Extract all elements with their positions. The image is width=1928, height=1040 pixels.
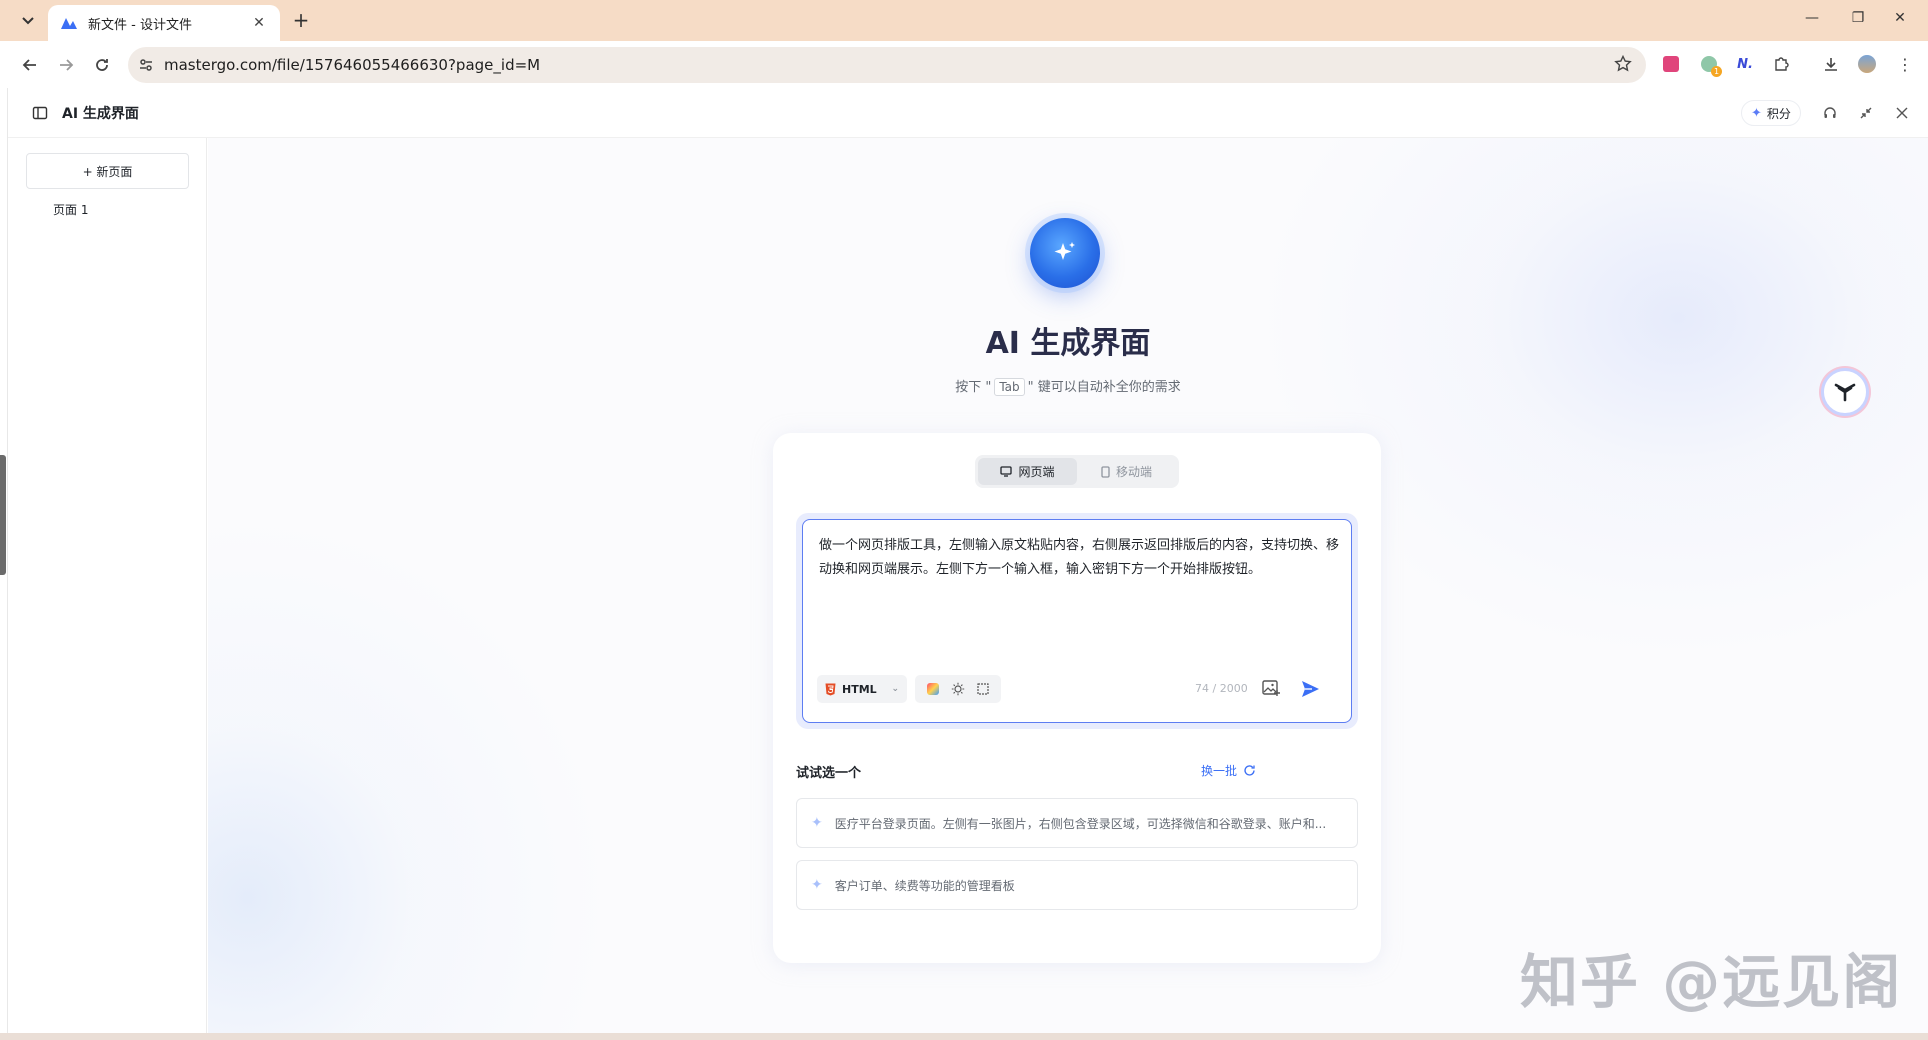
sparkle-icon [1054,242,1075,260]
suggestions-title: 试试选一个 [796,766,862,781]
reload-button[interactable] [90,53,114,77]
platform-segmented-control: 网页端 移动端 [975,455,1179,488]
hint-after: " 键可以自动补全你的需求 [1027,380,1181,395]
page-list-item[interactable]: 页面 1 [53,201,88,218]
refresh-label: 换一批 [1201,764,1238,778]
browser-toolbar: mastergo.com/file/157646055466630?page_i… [0,41,1928,88]
watermark: 知乎 @远见阁 [1520,948,1903,1016]
download-icon[interactable] [1820,53,1842,75]
tab-close-icon[interactable]: ✕ [250,15,268,31]
frame-select-icon[interactable] [976,682,990,696]
extension-monica-icon[interactable]: N. [1734,53,1756,75]
tab-mobile[interactable]: 移动端 [1077,458,1176,485]
site-settings-icon [140,59,152,71]
hero-title: AI 生成界面 [985,326,1151,361]
app-title: AI 生成界面 [62,106,139,122]
chevron-down-icon: ⌄ [891,684,899,694]
forward-button[interactable] [54,53,78,77]
app-header: AI 生成界面 ✦ 积分 [8,88,1928,138]
chevron-down-icon [22,17,34,25]
image-upload-icon[interactable] [1261,678,1281,698]
tab-web-label: 网页端 [1018,465,1055,479]
tab-web[interactable]: 网页端 [978,458,1077,485]
browser-tab-bar: 新文件 - 设计文件 ✕ + — ❐ ✕ [0,0,1928,41]
assistant-logo-icon [1834,383,1856,402]
sun-theme-icon[interactable] [951,682,965,696]
reload-icon [96,59,108,71]
suggestion-item[interactable]: ✦ 医疗平台登录页面。左侧有一张图片，右侧包含登录区域，可选择微信和谷歌登录、账户… [796,798,1358,848]
main-canvas: AI 生成界面 按下 " Tab " 键可以自动补全你的需求 网页端 移动端 做一个… [208,138,1928,1033]
refresh-suggestions-button[interactable]: 换一批 [1201,762,1256,779]
sparkle-icon: ✦ [811,877,823,893]
browser-menu-icon[interactable]: ⋮ [1894,53,1916,75]
address-bar[interactable]: mastergo.com/file/157646055466630?page_i… [128,47,1646,83]
monitor-icon [1000,466,1013,477]
ai-generate-app: AI 生成界面 ✦ 积分 + 新页面 页面 1 AI 生成界面 按下 " Tab " … [8,88,1928,1033]
sparkle-icon: ✦ [1751,105,1762,121]
html5-icon [825,683,836,695]
suggestion-item[interactable]: ✦ 客户订单、续费等功能的管理看板 [796,860,1358,910]
tab-title: 新文件 - 设计文件 [88,17,192,33]
extension-translate-icon[interactable] [1660,53,1682,75]
pages-sidebar: + 新页面 页面 1 [8,138,207,1033]
collapse-icon[interactable] [1857,104,1875,122]
format-select[interactable]: HTML ⌄ [817,675,907,703]
toggle-sidebar-icon[interactable] [32,105,48,121]
arrow-left-icon [22,59,36,71]
hero-hint: 按下 " Tab " 键可以自动补全你的需求 [208,376,1928,396]
scroll-grip[interactable] [0,455,6,575]
new-tab-button[interactable]: + [289,9,313,33]
mastergo-logo-icon [61,18,77,29]
tab-mobile-label: 移动端 [1115,465,1152,479]
points-label: 积分 [1766,106,1791,121]
close-panel-icon[interactable] [1893,104,1911,122]
restore-button[interactable]: ❐ [1848,10,1868,26]
minimize-button[interactable]: — [1802,10,1822,26]
new-page-button[interactable]: + 新页面 [26,153,189,189]
left-edge-panel [0,88,8,1033]
suggestion-text: 客户订单、续费等功能的管理看板 [834,878,1015,893]
url-text: mastergo.com/file/157646055466630?page_i… [164,56,541,74]
send-icon[interactable] [1299,678,1321,700]
suggestion-text: 医疗平台登录页面。左侧有一张图片，右侧包含登录区域，可选择微信和谷歌登录、账户和… [834,816,1327,831]
back-button[interactable] [18,53,42,77]
browser-tab[interactable]: 新文件 - 设计文件 ✕ [48,5,280,41]
prompt-textarea[interactable]: 做一个网页排版工具，左侧输入原文粘贴内容，右侧展示返回排版后的内容，支持切换、移… [802,519,1352,723]
hint-before: 按下 " [955,380,992,395]
close-window-button[interactable]: ✕ [1890,10,1910,26]
headset-icon[interactable] [1821,104,1839,122]
tab-key-badge: Tab [994,378,1025,396]
points-button[interactable]: ✦ 积分 [1741,100,1801,126]
bottom-edge [0,1033,1928,1040]
generate-card: 网页端 移动端 做一个网页排版工具，左侧输入原文粘贴内容，右侧展示返回排版后的内… [773,433,1381,963]
extension-badge-icon[interactable]: 1 [1698,53,1722,77]
format-label: HTML [842,682,877,696]
char-counter: 74 / 2000 [1195,682,1248,695]
prompt-text: 做一个网页排版工具，左侧输入原文粘贴内容，右侧展示返回排版后的内容，支持切换、移… [819,538,1340,577]
extensions-puzzle-icon[interactable] [1770,53,1792,75]
prompt-input-wrapper: 做一个网页排版工具，左侧输入原文粘贴内容，右侧展示返回排版后的内容，支持切换、移… [796,513,1358,729]
tab-search-button[interactable] [15,9,41,33]
profile-avatar[interactable] [1856,53,1878,75]
bookmark-star-icon[interactable] [1614,55,1632,73]
refresh-icon [1244,765,1255,776]
sparkle-icon: ✦ [811,815,823,831]
phone-icon [1101,465,1110,478]
ai-orb-icon [1030,218,1100,288]
assistant-float-button[interactable] [1821,368,1869,416]
style-tools [915,675,1001,703]
arrow-right-icon [60,59,74,71]
color-palette-icon[interactable] [926,682,940,696]
